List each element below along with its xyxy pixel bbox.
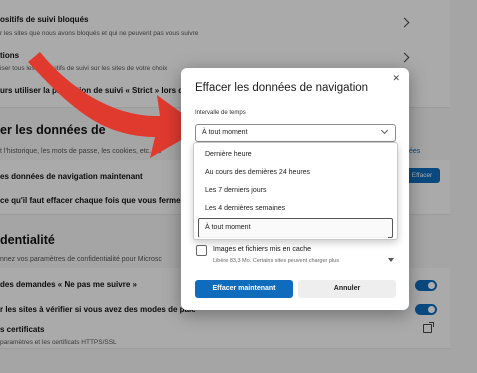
cache-checkbox[interactable]: [196, 245, 207, 256]
option-last-24-hours[interactable]: Au cours des dernières 24 heures: [194, 164, 397, 182]
scroll-down-icon[interactable]: [388, 258, 394, 262]
option-last-4-weeks[interactable]: Les 4 dernières semaines: [194, 200, 397, 218]
dialog-title: Effacer les données de navigation: [195, 82, 369, 94]
time-range-dropdown: Dernière heure Au cours des dernières 24…: [193, 142, 398, 240]
option-last-7-days[interactable]: Les 7 derniers jours: [194, 182, 397, 200]
time-range-select[interactable]: À tout moment: [195, 124, 396, 142]
cache-item-subtitle: Libère 83,3 Mo. Certains sites peuvent c…: [213, 258, 339, 264]
chevron-down-icon: [380, 126, 389, 135]
time-range-label: Intervalle de temps: [195, 110, 246, 116]
cancel-button[interactable]: Annuler: [298, 280, 396, 298]
cache-item-title: Images et fichiers mis en cache: [213, 246, 312, 253]
close-icon[interactable]: ✕: [392, 73, 400, 84]
option-all-time[interactable]: À tout moment: [198, 218, 393, 238]
time-range-value: À tout moment: [202, 129, 248, 136]
clear-now-button[interactable]: Effacer maintenant: [195, 280, 293, 298]
divider: [198, 237, 388, 238]
option-last-hour[interactable]: Dernière heure: [194, 146, 397, 164]
